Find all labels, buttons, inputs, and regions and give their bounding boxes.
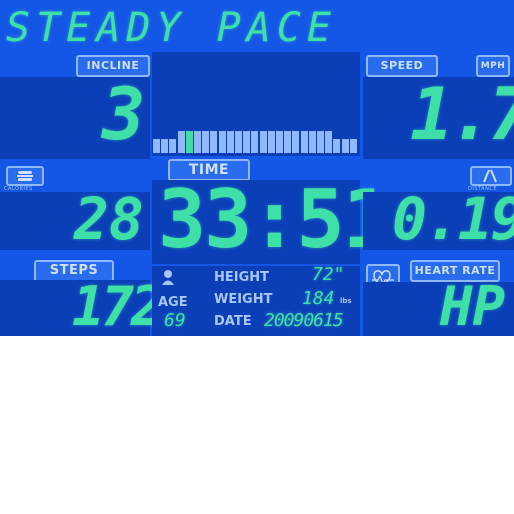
date-value: 20090615 — [264, 310, 344, 331]
profile-bar — [333, 139, 341, 153]
profile-bar — [341, 139, 349, 153]
height-value: 72" — [312, 264, 345, 285]
profile-bar — [292, 131, 300, 153]
burger-icon — [6, 166, 44, 186]
height-label: HEIGHT — [214, 270, 270, 285]
profile-bar — [202, 131, 210, 153]
profile-bar — [235, 131, 242, 153]
profile-bar — [185, 131, 193, 153]
age-value: 69 — [164, 310, 186, 331]
profile-bar — [317, 131, 324, 153]
profile-bar — [267, 131, 275, 153]
user-icon — [160, 268, 176, 290]
calories-value: 28 — [74, 185, 144, 253]
age-label: AGE — [158, 295, 188, 310]
weight-unit: lbs — [340, 297, 352, 305]
speed-value: 1.7 — [410, 72, 514, 156]
profile-bar — [169, 139, 177, 153]
profile-bar — [325, 131, 333, 153]
profile-bar — [243, 131, 251, 153]
weight-label: WEIGHT — [214, 292, 273, 307]
profile-bar — [284, 131, 292, 153]
profile-bar — [194, 131, 201, 153]
profile-bar — [300, 131, 308, 153]
incline-value: 3 — [102, 72, 146, 156]
steps-value: 172 — [72, 275, 164, 336]
profile-bar — [259, 131, 267, 153]
profile-bar — [276, 131, 283, 153]
profile-bar — [153, 139, 160, 153]
treadmill-console: STEADY PACE INCLINE 3 SPEED MPH 1.7 CALO… — [0, 0, 514, 336]
time-value: 33:51 — [158, 173, 391, 266]
profile-bar — [177, 131, 185, 153]
weight-value: 184 — [302, 288, 335, 309]
profile-bar — [349, 139, 357, 153]
profile-bar — [210, 131, 218, 153]
profile-bar — [251, 131, 259, 153]
date-label: DATE — [214, 314, 252, 329]
profile-bar-graph — [153, 127, 359, 153]
heart-rate-value: HP — [440, 275, 506, 336]
distance-value: 0.19 — [392, 185, 514, 253]
profile-bar — [218, 131, 226, 153]
profile-bar — [226, 131, 234, 153]
profile-bar — [308, 131, 316, 153]
program-title: STEADY PACE — [6, 5, 337, 51]
profile-bar — [161, 139, 169, 153]
road-icon — [470, 166, 512, 186]
